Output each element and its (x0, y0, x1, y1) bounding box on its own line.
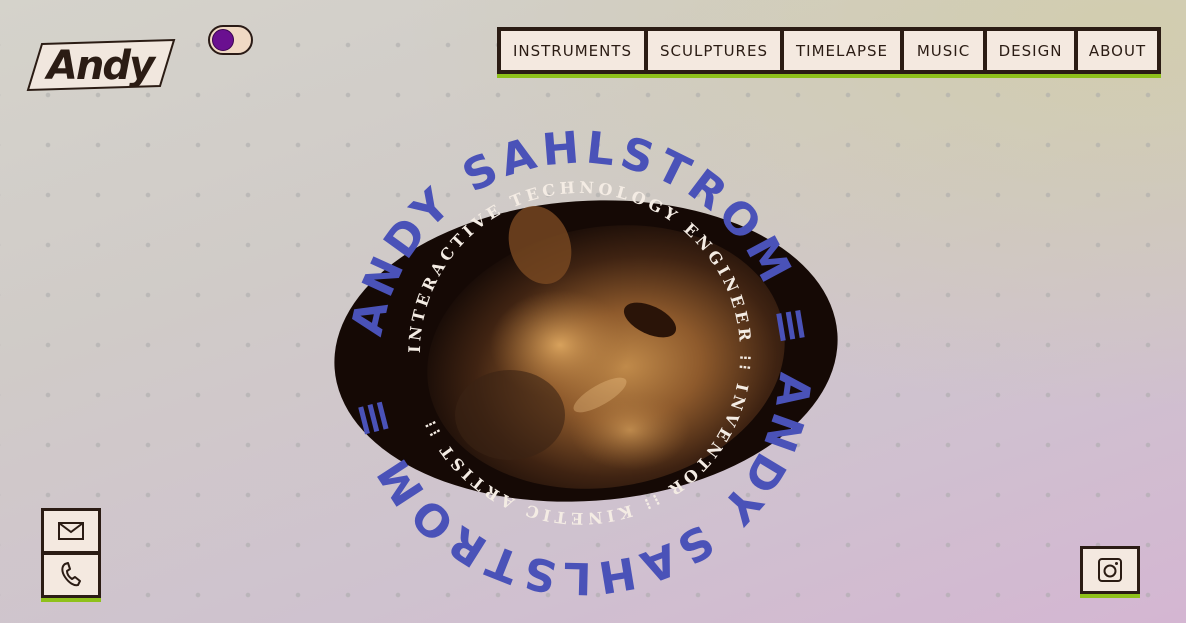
hero-portrait-badge: ANDY SAHLSTROM ≡ ANDY SAHLSTROM ≡ INTERA… (300, 95, 860, 603)
hero-graphic: ANDY SAHLSTROM ≡ ANDY SAHLSTROM ≡ INTERA… (334, 122, 838, 603)
instagram-icon (1098, 558, 1122, 582)
nav-design[interactable]: DESIGN (987, 31, 1074, 70)
logo-text: Andy (44, 43, 157, 89)
instagram-button[interactable]: Instagram (1080, 546, 1140, 598)
nav-timelapse[interactable]: TIMELAPSE (784, 31, 900, 70)
nav-sculptures[interactable]: SCULPTURES (648, 31, 780, 70)
nav-music[interactable]: MUSIC (904, 31, 983, 70)
phone-button[interactable]: Phone (44, 555, 98, 595)
theme-toggle[interactable]: Theme toggle (208, 25, 253, 55)
nav-about[interactable]: ABOUT (1078, 31, 1157, 70)
phone-icon (61, 562, 81, 587)
main-nav: INSTRUMENTS SCULPTURES TIMELAPSE MUSIC D… (497, 27, 1161, 78)
andy-logo-mark: Andy (26, 38, 176, 92)
contact-buttons: Email Phone (41, 508, 101, 602)
andy-logo[interactable]: Andy (26, 34, 176, 92)
envelope-icon (58, 522, 84, 540)
email-button[interactable]: Email (44, 511, 98, 551)
nav-instruments[interactable]: INSTRUMENTS (501, 31, 644, 70)
toggle-knob (212, 29, 234, 51)
